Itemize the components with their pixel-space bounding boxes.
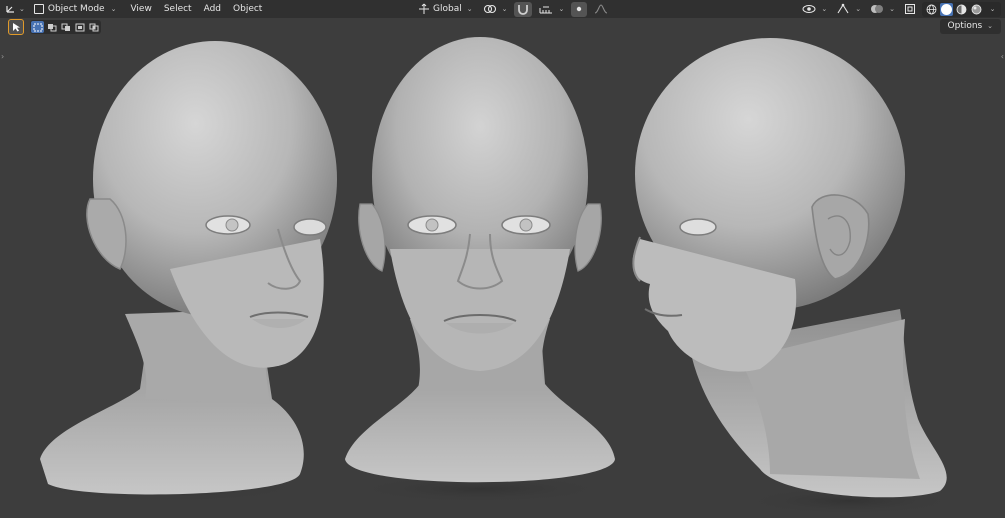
snap-magnet-icon bbox=[518, 5, 529, 15]
options-label: Options bbox=[947, 21, 983, 31]
select-intersect-icon bbox=[89, 23, 98, 31]
pivot-select[interactable]: ⌄ bbox=[480, 2, 511, 17]
head-three-quarter-view[interactable] bbox=[30, 41, 337, 503]
shading-modes: ⌄ bbox=[922, 1, 1001, 17]
snap-increment-icon bbox=[539, 6, 553, 14]
object-cube-icon bbox=[33, 4, 44, 14]
chevron-down-icon: ⌄ bbox=[558, 5, 565, 13]
overlays-toggle[interactable]: ⌄ bbox=[867, 2, 898, 17]
select-new-icon bbox=[33, 23, 42, 31]
viewport-3d[interactable] bbox=[0, 19, 1005, 518]
chevron-down-icon: ⌄ bbox=[889, 5, 895, 13]
menu-view[interactable]: View bbox=[124, 1, 157, 17]
gizmo-toggle[interactable]: ⌄ bbox=[833, 2, 864, 17]
snap-toggle[interactable] bbox=[514, 1, 533, 17]
selection-mode-invert-button[interactable] bbox=[73, 21, 86, 33]
menu-object[interactable]: Object bbox=[227, 1, 268, 17]
selection-mode-intersect-button[interactable] bbox=[87, 21, 100, 33]
shading-wireframe-button[interactable] bbox=[925, 3, 938, 16]
selection-mode-subtract-button[interactable] bbox=[59, 21, 72, 33]
sidebar-expand-arrow-icon[interactable]: ‹ bbox=[1001, 52, 1004, 61]
select-extend-icon bbox=[47, 23, 56, 31]
menu-select[interactable]: Select bbox=[158, 1, 198, 17]
options-button[interactable]: Options ⌄ bbox=[939, 19, 1001, 34]
chevron-down-icon: ⌄ bbox=[821, 5, 828, 13]
eye-icon bbox=[802, 5, 816, 13]
cursor-arrow-icon bbox=[12, 23, 20, 32]
wireframe-sphere-icon bbox=[926, 4, 937, 14]
xray-icon bbox=[905, 4, 915, 14]
shading-material-button[interactable] bbox=[955, 3, 968, 16]
tool-settings-bar bbox=[8, 19, 101, 35]
gizmo-icon bbox=[837, 3, 849, 14]
orientation-axes-icon bbox=[419, 3, 429, 14]
selection-mode-group bbox=[30, 20, 101, 34]
proportional-dot-icon bbox=[577, 6, 582, 12]
shading-options-button[interactable]: ⌄ bbox=[985, 3, 998, 16]
viewport-header: ⌄ Object Mode ⌄ View Select Add Object G… bbox=[0, 0, 1005, 18]
head-front-view[interactable] bbox=[345, 37, 615, 503]
chevron-down-icon: ⌄ bbox=[501, 5, 508, 13]
snap-target-select[interactable]: ⌄ bbox=[536, 2, 567, 17]
chevron-down-icon: ⌄ bbox=[110, 5, 117, 13]
chevron-down-icon: ⌄ bbox=[989, 5, 996, 13]
select-tool-button[interactable] bbox=[8, 19, 24, 35]
chevron-down-icon: ⌄ bbox=[987, 22, 993, 30]
mode-label: Object Mode bbox=[47, 4, 105, 14]
falloff-select[interactable] bbox=[591, 2, 611, 17]
transform-axes-icon bbox=[6, 6, 14, 13]
toolbar-expand-arrow-icon[interactable]: › bbox=[1, 52, 4, 61]
chevron-down-icon: ⌄ bbox=[855, 5, 862, 13]
menu-add[interactable]: Add bbox=[198, 1, 227, 17]
mode-select[interactable]: Object Mode ⌄ bbox=[30, 2, 121, 17]
shading-solid-button[interactable] bbox=[940, 2, 953, 16]
falloff-curve-icon bbox=[595, 4, 608, 14]
select-subtract-icon bbox=[61, 23, 70, 31]
selection-mode-extend-button[interactable] bbox=[45, 21, 58, 33]
chevron-down-icon: ⌄ bbox=[466, 5, 473, 13]
head-profile-view[interactable] bbox=[632, 38, 960, 515]
orientation-select[interactable]: Global ⌄ bbox=[415, 2, 476, 17]
proportional-edit-toggle[interactable] bbox=[571, 1, 588, 17]
xray-toggle[interactable] bbox=[901, 2, 919, 17]
pivot-link-icon bbox=[483, 4, 496, 14]
overlays-icon bbox=[871, 5, 884, 13]
editor-type-button[interactable]: ⌄ bbox=[2, 1, 28, 17]
chevron-down-icon: ⌄ bbox=[19, 5, 25, 13]
shading-rendered-button[interactable] bbox=[970, 3, 983, 16]
rendered-sphere-icon bbox=[971, 4, 982, 14]
selection-mode-new-button[interactable] bbox=[31, 21, 44, 33]
visibility-select[interactable]: ⌄ bbox=[799, 2, 830, 17]
material-sphere-icon bbox=[956, 4, 967, 14]
select-invert-icon bbox=[75, 23, 84, 31]
viewport-right-tools: ⌄ ⌄ ⌄ ⌄ bbox=[799, 1, 1001, 17]
transform-tools: Global ⌄ ⌄ ⌄ bbox=[415, 1, 611, 17]
solid-sphere-icon bbox=[941, 3, 952, 15]
orientation-label: Global bbox=[433, 4, 462, 14]
